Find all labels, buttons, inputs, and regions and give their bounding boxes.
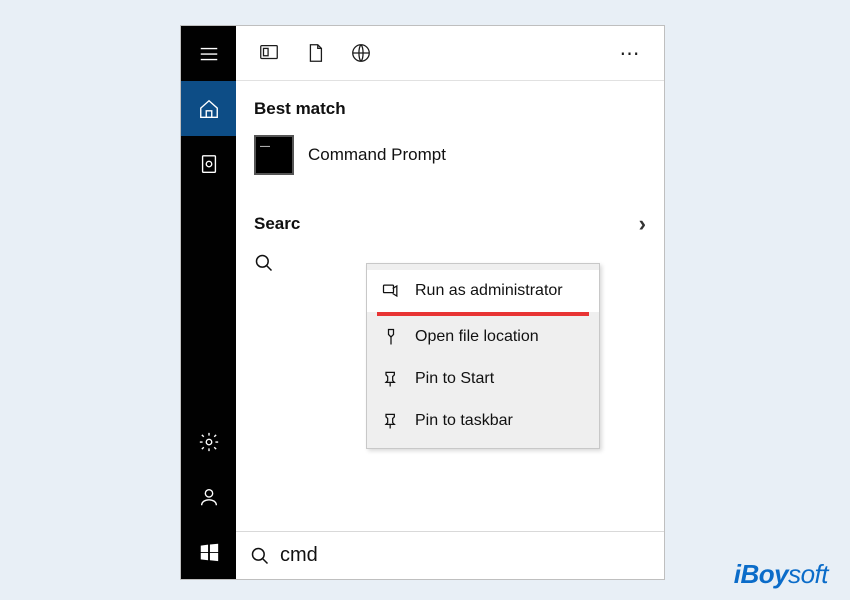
ctx-label: Pin to Start (415, 370, 494, 388)
account-button[interactable] (181, 469, 236, 524)
apps-filter-icon[interactable] (246, 30, 292, 76)
start-button[interactable] (181, 524, 236, 579)
recent-button[interactable] (181, 136, 236, 191)
pane-header: ⋯ (236, 26, 664, 81)
search-icon (254, 253, 274, 273)
brand-boy: Boy (740, 559, 788, 589)
search-icon (250, 546, 270, 566)
pin-icon (381, 411, 401, 431)
ctx-run-as-admin[interactable]: Run as administrator (367, 270, 599, 312)
web-filter-icon[interactable] (338, 30, 384, 76)
search-bar[interactable] (236, 531, 664, 579)
watermark: iBoysoft (734, 559, 828, 590)
pane-body: Best match Command Prompt Run as adminis… (236, 81, 664, 531)
search-input[interactable] (280, 544, 650, 567)
ctx-label: Pin to taskbar (415, 412, 513, 430)
chevron-right-icon[interactable]: › (639, 211, 646, 237)
documents-filter-icon[interactable] (292, 30, 338, 76)
results-pane: ⋯ Best match Command Prompt Run as admin… (236, 26, 664, 579)
search-window: ⋯ Best match Command Prompt Run as admin… (180, 25, 665, 580)
ctx-pin-to-taskbar[interactable]: Pin to taskbar (367, 400, 599, 442)
brand-soft: soft (788, 559, 828, 589)
ctx-pin-to-start[interactable]: Pin to Start (367, 358, 599, 400)
result-label: Command Prompt (308, 145, 446, 165)
ctx-label: Run as administrator (415, 282, 563, 300)
cmd-thumb-icon (254, 135, 294, 175)
ctx-open-file-location[interactable]: Open file location (367, 316, 599, 358)
settings-button[interactable] (181, 414, 236, 469)
nav-rail (181, 26, 236, 579)
search-section-header: Searc › (236, 181, 664, 243)
shield-icon (381, 281, 401, 301)
pin-icon (381, 369, 401, 389)
hamburger-menu-button[interactable] (181, 26, 236, 81)
more-label: ⋯ (620, 41, 643, 66)
search-heading: Searc (254, 214, 300, 234)
folder-icon (381, 327, 401, 347)
context-menu: Run as administrator Open file location … (366, 263, 600, 449)
ctx-label: Open file location (415, 328, 539, 346)
best-match-heading: Best match (236, 81, 664, 129)
more-options-button[interactable]: ⋯ (608, 30, 654, 76)
result-row-command-prompt[interactable]: Command Prompt (236, 129, 664, 181)
home-button[interactable] (181, 81, 236, 136)
